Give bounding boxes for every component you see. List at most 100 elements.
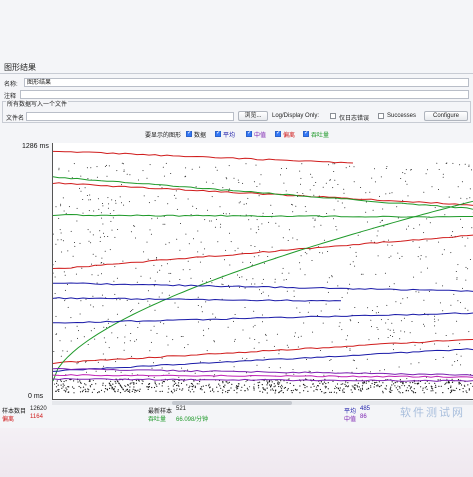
- series-deviation-checkbox[interactable]: [275, 129, 281, 137]
- series-throughput-checkbox[interactable]: [303, 129, 309, 137]
- data-point: [60, 380, 62, 382]
- data-point: [274, 392, 276, 394]
- data-point: [217, 241, 219, 243]
- data-point: [99, 230, 101, 232]
- data-point: [446, 381, 448, 383]
- data-point: [136, 390, 138, 392]
- data-point: [249, 386, 251, 388]
- data-point: [294, 332, 296, 334]
- data-point: [339, 308, 341, 310]
- data-point: [396, 381, 398, 383]
- data-point: [60, 232, 62, 234]
- data-point: [341, 329, 343, 331]
- data-point: [312, 383, 314, 385]
- comment-field[interactable]: [20, 90, 469, 99]
- data-point: [378, 311, 379, 313]
- series-data-label: 数据: [194, 133, 207, 139]
- name-field[interactable]: 图形结果: [24, 78, 469, 87]
- data-point: [387, 244, 389, 246]
- data-point: [309, 189, 311, 191]
- data-point: [129, 386, 131, 388]
- data-point: [288, 229, 290, 231]
- data-point: [235, 386, 237, 388]
- data-point: [66, 284, 68, 285]
- data-point: [246, 387, 248, 389]
- data-point: [295, 205, 297, 207]
- data-point: [267, 382, 269, 384]
- data-point: [227, 390, 229, 392]
- data-point: [275, 222, 277, 224]
- data-point: [185, 233, 187, 235]
- data-point: [287, 346, 289, 348]
- data-point: [273, 386, 275, 388]
- data-point: [211, 196, 213, 198]
- successes-checkbox[interactable]: [378, 113, 384, 119]
- data-point: [459, 382, 461, 384]
- filename-field[interactable]: [26, 112, 234, 121]
- data-point: [236, 388, 238, 390]
- data-point: [335, 385, 336, 387]
- data-point: [406, 378, 408, 380]
- data-point: [80, 387, 82, 389]
- data-point: [231, 383, 233, 385]
- data-point: [197, 251, 199, 253]
- series-median-checkbox[interactable]: [246, 129, 252, 137]
- data-point: [322, 186, 324, 188]
- data-point: [57, 239, 59, 241]
- data-point: [404, 331, 406, 333]
- data-point: [95, 370, 97, 372]
- data-point: [154, 200, 156, 202]
- data-point: [331, 341, 333, 343]
- data-point: [62, 386, 64, 388]
- browse-button[interactable]: 浏览...: [238, 111, 268, 121]
- data-point: [306, 359, 307, 360]
- data-point: [134, 340, 136, 342]
- data-point: [389, 285, 391, 287]
- data-point: [179, 388, 181, 390]
- data-point: [420, 271, 422, 273]
- data-point: [85, 361, 86, 363]
- data-point: [121, 387, 123, 389]
- data-point: [278, 225, 280, 227]
- data-point: [224, 384, 226, 386]
- data-point: [167, 385, 169, 387]
- series-average-checkbox[interactable]: [215, 129, 221, 137]
- data-point: [336, 383, 339, 385]
- data-point: [428, 291, 430, 292]
- data-point: [296, 307, 298, 309]
- data-point: [197, 296, 199, 298]
- series-data-checkbox[interactable]: [186, 129, 192, 137]
- data-point: [469, 197, 471, 199]
- data-point: [246, 279, 248, 281]
- data-point: [461, 181, 463, 183]
- data-point: [345, 381, 347, 383]
- series-average-label: 平均: [223, 133, 236, 139]
- data-point: [73, 387, 75, 389]
- data-point: [280, 386, 282, 388]
- data-point: [320, 310, 322, 312]
- data-point: [448, 196, 450, 198]
- data-point: [254, 283, 256, 285]
- data-point: [360, 273, 362, 275]
- data-point: [214, 374, 216, 376]
- data-point: [239, 286, 240, 288]
- data-point: [456, 277, 458, 279]
- data-point: [304, 206, 306, 208]
- data-point: [266, 387, 268, 389]
- data-point: [149, 164, 151, 166]
- configure-button[interactable]: Configure: [424, 111, 468, 121]
- data-point: [369, 371, 371, 373]
- data-point: [436, 162, 438, 164]
- data-point: [329, 360, 331, 361]
- errors-only-checkbox[interactable]: [330, 113, 336, 119]
- data-point: [444, 214, 446, 216]
- data-point: [254, 339, 256, 340]
- data-point: [137, 389, 139, 391]
- data-point: [273, 383, 275, 385]
- data-point: [125, 385, 127, 387]
- data-point: [131, 373, 133, 375]
- data-point: [312, 331, 314, 333]
- data-point: [153, 386, 156, 389]
- data-point: [224, 259, 225, 261]
- data-point: [89, 231, 91, 233]
